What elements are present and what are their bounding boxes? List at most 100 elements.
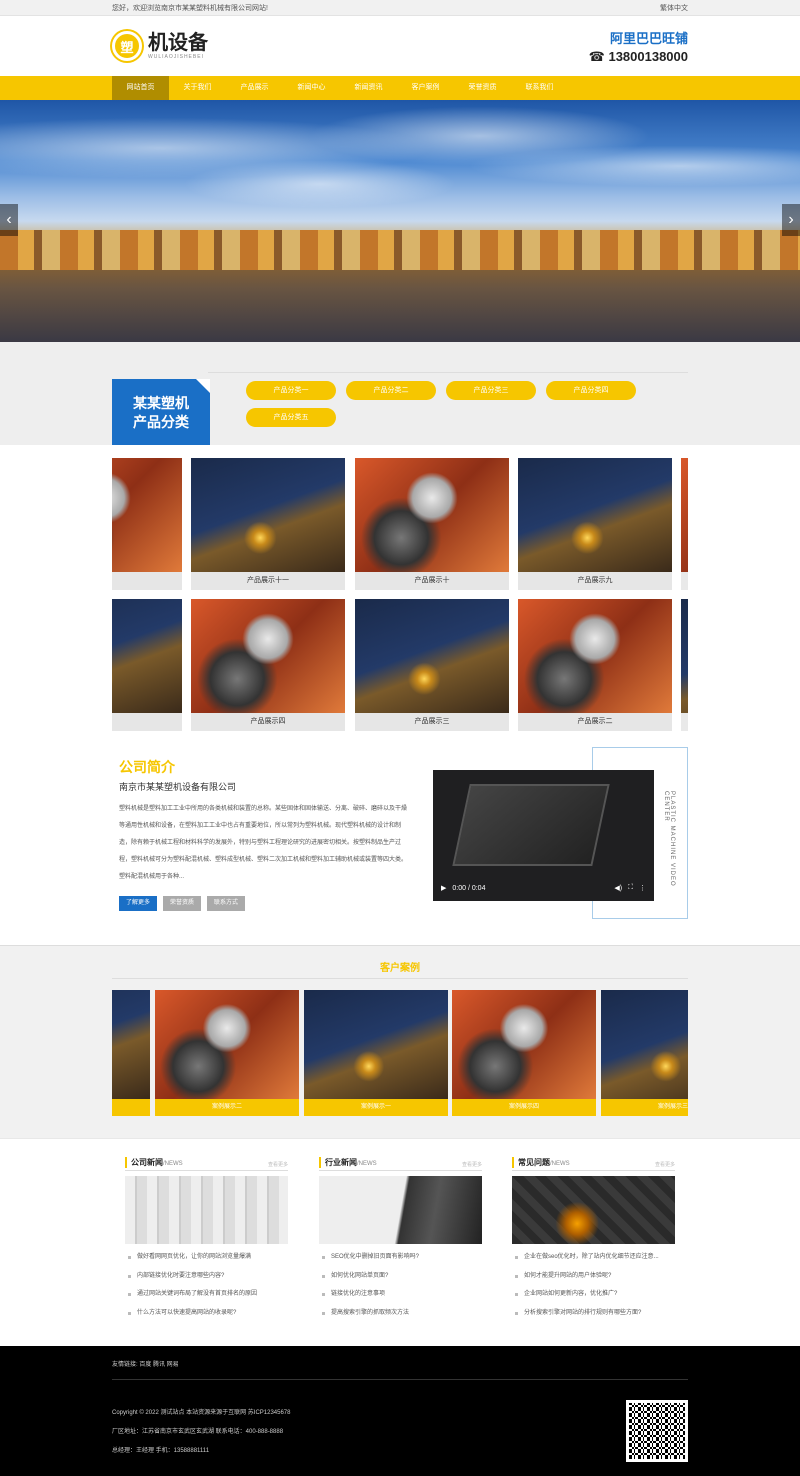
case-card[interactable]: 案例展示二 <box>155 990 299 1116</box>
logo-subtitle: WULIAOJISHEBEI <box>148 54 204 60</box>
news-image <box>319 1176 482 1244</box>
news-item[interactable]: 提高搜索引擎的抓取频次方法 <box>319 1304 482 1323</box>
product-caption: 产品展示十一 <box>191 572 345 590</box>
product-caption: 示五 <box>112 713 182 731</box>
product-card[interactable]: 示五 <box>112 599 182 731</box>
intro-buttons: 了解更多 荣誉资质 联系方式 <box>119 896 246 911</box>
banner-prev-arrow-icon[interactable]: ‹ <box>0 204 18 236</box>
banner-reflection <box>0 270 800 342</box>
category-heading: 某某塑机 产品分类 <box>112 379 210 445</box>
case-card[interactable]: 案例展示一 <box>304 990 448 1116</box>
case-card[interactable]: 案例展示三 <box>601 990 688 1116</box>
nav-item-news-center[interactable]: 新闻中心 <box>283 76 340 100</box>
product-card[interactable]: 产品展示十一 <box>191 458 345 590</box>
friend-links[interactable]: 友情链接: 百度 腾讯 网易 <box>112 1359 179 1368</box>
logo[interactable]: 塑 机设备 WULIAOJISHEBEI <box>112 31 208 61</box>
product-category-section: 某某塑机 产品分类 产品分类一 产品分类二 产品分类三 产品分类四 产品分类五 <box>0 342 800 445</box>
nav-item-contact[interactable]: 联系我们 <box>511 76 568 100</box>
more-link[interactable]: 查看更多 <box>268 1161 288 1168</box>
learn-more-button[interactable]: 了解更多 <box>119 896 158 911</box>
company-intro-section: 公司简介 南京市某某塑机设备有限公司 塑料机械是塑料加工工业中所用的各类机械和装… <box>0 737 800 945</box>
nav-item-cases[interactable]: 客户案例 <box>397 76 454 100</box>
news-item[interactable]: 企业网站如何更新内容，优化推广? <box>512 1285 675 1304</box>
copyright: Copyright © 2022 测试站点 本站资源来源于互联网 苏ICP123… <box>112 1410 291 1416</box>
product-row: 十二 产品展示十一 产品展示十 产品展示九 <box>112 458 688 590</box>
divider <box>112 1379 688 1380</box>
nav-item-honors[interactable]: 荣誉资质 <box>454 76 511 100</box>
product-card[interactable]: 产品展示四 <box>191 599 345 731</box>
video-time: 0:00 / 0:04 <box>452 884 486 892</box>
product-image <box>681 599 688 713</box>
news-item[interactable]: 通过网站关键词布局了解没有首页排名的原因 <box>125 1285 288 1304</box>
more-link[interactable]: 查看更多 <box>462 1161 482 1168</box>
news-item[interactable]: 链接优化的注意事项 <box>319 1285 482 1304</box>
category-pill[interactable]: 产品分类一 <box>246 381 336 400</box>
footer-info: Copyright © 2022 测试站点 本站资源来源于互联网 苏ICP123… <box>112 1404 290 1461</box>
news-item[interactable]: 分析搜索引擎对网站的排行规则有哪些方面? <box>512 1304 675 1323</box>
top-bar: 您好，欢迎浏览南京市某某塑料机械有限公司网站! 繁体中文 <box>0 0 800 16</box>
product-card[interactable]: 产品展示十 <box>355 458 509 590</box>
product-card[interactable] <box>681 458 688 590</box>
case-card[interactable] <box>112 990 150 1116</box>
news-item[interactable]: 企业在做seo优化时，除了站内优化细节还应注意... <box>512 1248 675 1267</box>
product-caption: 产品展示九 <box>518 572 672 590</box>
nav-item-about[interactable]: 关于我们 <box>169 76 226 100</box>
phone-number: ☎ 13800138000 <box>588 48 688 64</box>
banner-town <box>0 230 800 270</box>
product-image <box>112 599 182 713</box>
language-link[interactable]: 繁体中文 <box>660 3 688 13</box>
more-link[interactable]: 查看更多 <box>655 1161 675 1168</box>
news-column-company: 公司新闻/NEWS 查看更多 做好看网网页优化，让你的网站浏览量爆满 内部链接优化… <box>125 1155 288 1322</box>
product-card[interactable]: 十二 <box>112 458 182 590</box>
main-nav: 网站首页 关于我们 产品展示 新闻中心 新闻资讯 客户案例 荣誉资质 联系我们 <box>0 76 800 100</box>
product-caption: 产品展示二 <box>518 713 672 731</box>
volume-icon[interactable]: ◀) <box>614 884 622 892</box>
banner-next-arrow-icon[interactable]: › <box>782 204 800 236</box>
honor-button[interactable]: 荣誉资质 <box>163 896 202 911</box>
more-icon[interactable]: ⋮ <box>639 884 646 892</box>
news-item[interactable]: 什么方法可以快速提高网站的收录呢? <box>125 1304 288 1323</box>
divider <box>208 372 688 373</box>
video-controls: ▶ 0:00 / 0:04 ◀) ⛶ ⋮ <box>441 881 646 895</box>
news-item[interactable]: SEO优化中删掉旧页面有影响吗? <box>319 1248 482 1267</box>
product-caption: 产品展示四 <box>191 713 345 731</box>
category-pill[interactable]: 产品分类五 <box>246 408 336 427</box>
product-image <box>112 458 182 572</box>
news-heading: 公司新闻/NEWS <box>125 1157 183 1168</box>
nav-item-products[interactable]: 产品展示 <box>226 76 283 100</box>
product-card[interactable] <box>681 599 688 731</box>
news-item[interactable]: 如何优化网站单页面? <box>319 1267 482 1286</box>
video-player[interactable]: ▶ 0:00 / 0:04 ◀) ⛶ ⋮ <box>433 770 654 901</box>
category-pill[interactable]: 产品分类四 <box>546 381 636 400</box>
product-caption: 产品展示十 <box>355 572 509 590</box>
product-card[interactable]: 产品展示三 <box>355 599 509 731</box>
nav-item-news-info[interactable]: 新闻资讯 <box>340 76 397 100</box>
product-card[interactable]: 产品展示九 <box>518 458 672 590</box>
product-showcase: 十二 产品展示十一 产品展示十 产品展示九 示五 产品展示四 产品展示三 产品展… <box>0 445 800 737</box>
category-heading-line1: 某某塑机 <box>133 395 189 411</box>
fullscreen-icon[interactable]: ⛶ <box>628 884 633 892</box>
cases-carousel: 案例展示二 案例展示一 案例展示四 案例展示三 <box>112 990 688 1116</box>
news-heading: 常见问题/NEWS <box>512 1157 570 1168</box>
divider <box>112 978 688 979</box>
case-image <box>112 990 150 1099</box>
category-pill[interactable]: 产品分类三 <box>446 381 536 400</box>
nav-item-home[interactable]: 网站首页 <box>112 76 169 100</box>
case-caption: 案例展示二 <box>155 1099 299 1116</box>
alibaba-shop-link[interactable]: 阿里巴巴旺铺 <box>589 28 688 47</box>
news-item[interactable]: 如何才能提升网站的用户体验呢? <box>512 1267 675 1286</box>
qr-code-icon <box>626 1400 688 1462</box>
product-card[interactable]: 产品展示二 <box>518 599 672 731</box>
news-item[interactable]: 内部链接优化时要注意哪些内容? <box>125 1267 288 1286</box>
case-caption: 案例展示一 <box>304 1099 448 1116</box>
product-caption: 十二 <box>112 572 182 590</box>
play-icon[interactable]: ▶ <box>441 884 446 892</box>
contact-button[interactable]: 联系方式 <box>207 896 246 911</box>
news-item[interactable]: 做好看网网页优化，让你的网站浏览量爆满 <box>125 1248 288 1267</box>
category-pill[interactable]: 产品分类二 <box>346 381 436 400</box>
product-image <box>681 458 688 572</box>
case-card[interactable]: 案例展示四 <box>452 990 596 1116</box>
news-column-faq: 常见问题/NEWS 查看更多 企业在做seo优化时，除了站内优化细节还应注意...… <box>512 1155 675 1322</box>
product-image <box>355 599 509 713</box>
product-image <box>355 458 509 572</box>
